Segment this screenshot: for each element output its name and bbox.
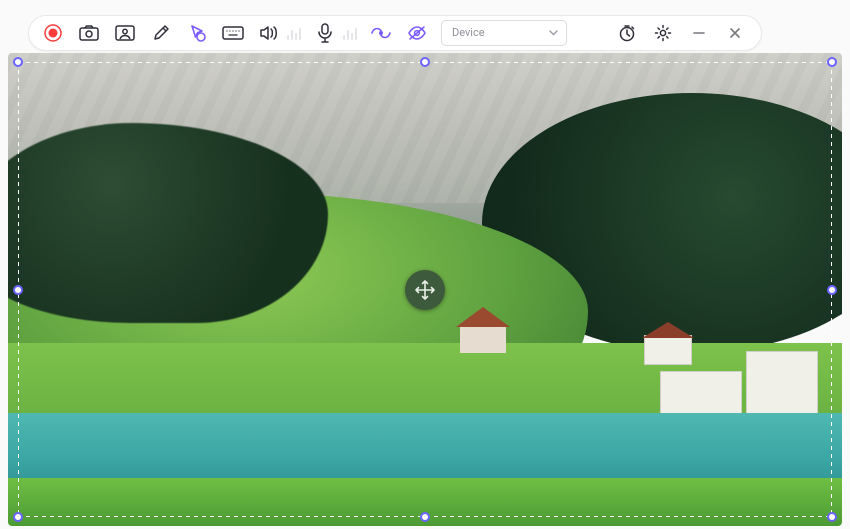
timer-icon [618, 24, 636, 42]
system-audio-level-icon [287, 26, 301, 40]
gear-icon [654, 24, 672, 42]
selection-move-handle[interactable] [405, 270, 445, 310]
close-button[interactable] [719, 19, 751, 47]
record-icon [44, 24, 62, 42]
auto-stop-button[interactable] [365, 19, 397, 47]
cursor-highlight-icon [187, 23, 207, 43]
pencil-icon [152, 24, 170, 42]
microphone-button[interactable] [309, 19, 341, 47]
recorder-toolbar: Device [28, 15, 762, 51]
camera-icon [79, 25, 99, 41]
speaker-icon [259, 25, 279, 41]
record-button[interactable] [37, 19, 69, 47]
webcam-icon [115, 25, 135, 41]
webcam-button[interactable] [109, 19, 141, 47]
selection-handle-right[interactable] [827, 285, 837, 295]
system-audio-button[interactable] [253, 19, 285, 47]
cursor-highlight-button[interactable] [181, 19, 213, 47]
microphone-icon [318, 23, 332, 43]
minimize-icon [692, 26, 706, 40]
audio-device-label: Device [452, 21, 485, 45]
mic-level-icon [343, 26, 357, 40]
settings-button[interactable] [647, 19, 679, 47]
timer-button[interactable] [611, 19, 643, 47]
hide-overlay-button[interactable] [401, 19, 433, 47]
selection-handle-bottom[interactable] [420, 512, 430, 522]
chevron-down-icon [549, 30, 558, 36]
selection-handle-bottom-right[interactable] [827, 512, 837, 522]
selection-handle-bottom-left[interactable] [13, 512, 23, 522]
keyboard-icon [222, 26, 244, 40]
selection-handle-left[interactable] [13, 285, 23, 295]
keystroke-button[interactable] [217, 19, 249, 47]
draw-button[interactable] [145, 19, 177, 47]
close-icon [728, 26, 742, 40]
audio-device-select[interactable]: Device [441, 20, 567, 46]
screenshot-button[interactable] [73, 19, 105, 47]
eye-off-icon [407, 25, 427, 41]
selection-handle-top-right[interactable] [827, 57, 837, 67]
move-icon [414, 279, 436, 301]
minimize-button[interactable] [683, 19, 715, 47]
auto-stop-icon [370, 25, 392, 41]
selection-handle-top-left[interactable] [13, 57, 23, 67]
selection-marquee[interactable] [18, 62, 832, 517]
selection-handle-top[interactable] [420, 57, 430, 67]
